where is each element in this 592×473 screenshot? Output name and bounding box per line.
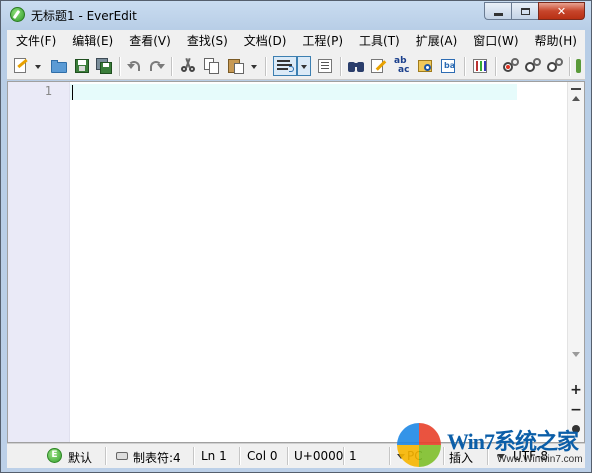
status-separator — [343, 447, 345, 465]
status-encoding[interactable]: UTF-8 — [513, 449, 548, 463]
menu-help[interactable]: 帮助(H) — [526, 30, 584, 53]
toolbar-separator — [569, 57, 571, 76]
toolbar-separator — [340, 57, 342, 76]
everedit-app-icon[interactable] — [10, 7, 25, 22]
status-line-ending[interactable]: PC — [407, 449, 423, 463]
status-separator — [287, 447, 289, 465]
menu-file[interactable]: 文件(F) — [7, 30, 63, 53]
eol-dropdown-icon[interactable] — [397, 454, 405, 459]
close-icon: ✕ — [556, 4, 567, 18]
status-bar: E 默认 制表符:4 Ln 1 Col 0 U+0000 1 PC 插入 UTF… — [7, 443, 585, 468]
status-insert-mode[interactable]: 插入 — [449, 449, 473, 466]
undo-icon[interactable] — [125, 57, 143, 75]
menu-view[interactable]: 查看(V) — [120, 30, 178, 53]
status-separator — [193, 447, 195, 465]
status-mode[interactable]: 默认 — [68, 449, 92, 466]
redo-icon[interactable] — [147, 57, 165, 75]
app-window: 无标题1 - EverEdit ✕ 文件(F) 编辑(E) 查看(V) 查找(S… — [0, 0, 592, 473]
status-unicode: U+0000 — [294, 449, 344, 463]
wrap-dropdown-icon[interactable] — [297, 56, 311, 76]
menu-project[interactable]: 工程(P) — [293, 30, 350, 53]
replace-icon[interactable]: ab ac — [393, 57, 411, 75]
map-toggle-icon[interactable] — [572, 425, 580, 433]
open-folder-icon[interactable] — [50, 57, 68, 75]
encoding-dropdown-icon[interactable] — [497, 454, 505, 459]
toolbar-separator — [265, 57, 267, 76]
maximize-icon — [520, 7, 530, 15]
list-icon[interactable] — [316, 57, 334, 75]
zoom-out-button[interactable]: − — [568, 402, 584, 418]
macro-list-icon[interactable] — [546, 57, 564, 75]
save-icon[interactable] — [73, 57, 91, 75]
status-separator — [487, 447, 489, 465]
play-macro-icon[interactable] — [524, 57, 542, 75]
scroll-down-icon[interactable] — [572, 352, 580, 357]
menu-window[interactable]: 窗口(W) — [464, 30, 525, 53]
text-caret — [72, 85, 73, 100]
line-number-gutter: 1 — [8, 82, 70, 442]
title-bar[interactable]: 无标题1 - EverEdit ✕ — [1, 1, 591, 29]
find-in-files-icon[interactable] — [417, 57, 435, 75]
status-separator — [389, 447, 391, 465]
editor-area[interactable]: 1 + − — [7, 81, 585, 443]
toolbar-separator — [464, 57, 466, 76]
edit-icon[interactable] — [369, 57, 387, 75]
keyboard-icon — [116, 452, 128, 460]
status-selection: 1 — [349, 449, 357, 463]
word-wrap-icon[interactable] — [273, 56, 297, 76]
toolbar: ab ac ba — [7, 53, 585, 80]
dropdown-arrow-icon[interactable] — [33, 57, 43, 75]
window-controls: ✕ — [484, 2, 585, 20]
menu-extensions[interactable]: 扩展(A) — [407, 30, 465, 53]
status-column: Col 0 — [247, 449, 278, 463]
mode-icon: E — [47, 448, 62, 463]
menu-search[interactable]: 查找(S) — [178, 30, 235, 53]
menu-edit[interactable]: 编辑(E) — [63, 30, 120, 53]
zoom-in-button[interactable]: + — [568, 382, 584, 398]
cut-icon[interactable] — [179, 57, 197, 75]
status-separator — [239, 447, 241, 465]
record-macro-icon[interactable] — [502, 57, 520, 75]
current-line-highlight — [70, 84, 517, 100]
new-file-icon[interactable] — [11, 57, 29, 75]
paste-icon[interactable] — [227, 57, 245, 75]
paste-dropdown-icon[interactable] — [249, 57, 259, 75]
line-number: 1 — [44, 84, 52, 98]
menu-document[interactable]: 文档(D) — [235, 30, 294, 53]
window-title: 无标题1 - EverEdit — [31, 9, 137, 23]
columns-icon[interactable] — [471, 57, 489, 75]
toolbar-separator — [171, 57, 173, 76]
scroll-up-icon[interactable] — [572, 96, 580, 101]
menu-bar: 文件(F) 编辑(E) 查看(V) 查找(S) 文档(D) 工程(P) 工具(T… — [7, 30, 585, 53]
vertical-scrollbar[interactable]: + − — [567, 82, 584, 442]
copy-icon[interactable] — [203, 57, 221, 75]
maximize-button[interactable] — [511, 2, 538, 20]
status-line: Ln 1 — [201, 449, 227, 463]
status-separator — [443, 447, 445, 465]
minimize-button[interactable] — [484, 2, 511, 20]
extra-icon[interactable] — [575, 57, 583, 75]
save-all-icon[interactable] — [95, 57, 113, 75]
toolbar-separator — [495, 57, 497, 76]
menu-tools[interactable]: 工具(T) — [350, 30, 407, 53]
status-separator — [105, 447, 107, 465]
toolbar-separator — [119, 57, 121, 76]
split-handle-icon[interactable] — [571, 88, 581, 90]
status-tab-size[interactable]: 制表符:4 — [133, 449, 181, 466]
minimize-icon — [493, 12, 503, 16]
find-icon[interactable] — [347, 57, 365, 75]
close-button[interactable]: ✕ — [538, 2, 585, 20]
goto-icon[interactable]: ba — [439, 57, 457, 75]
